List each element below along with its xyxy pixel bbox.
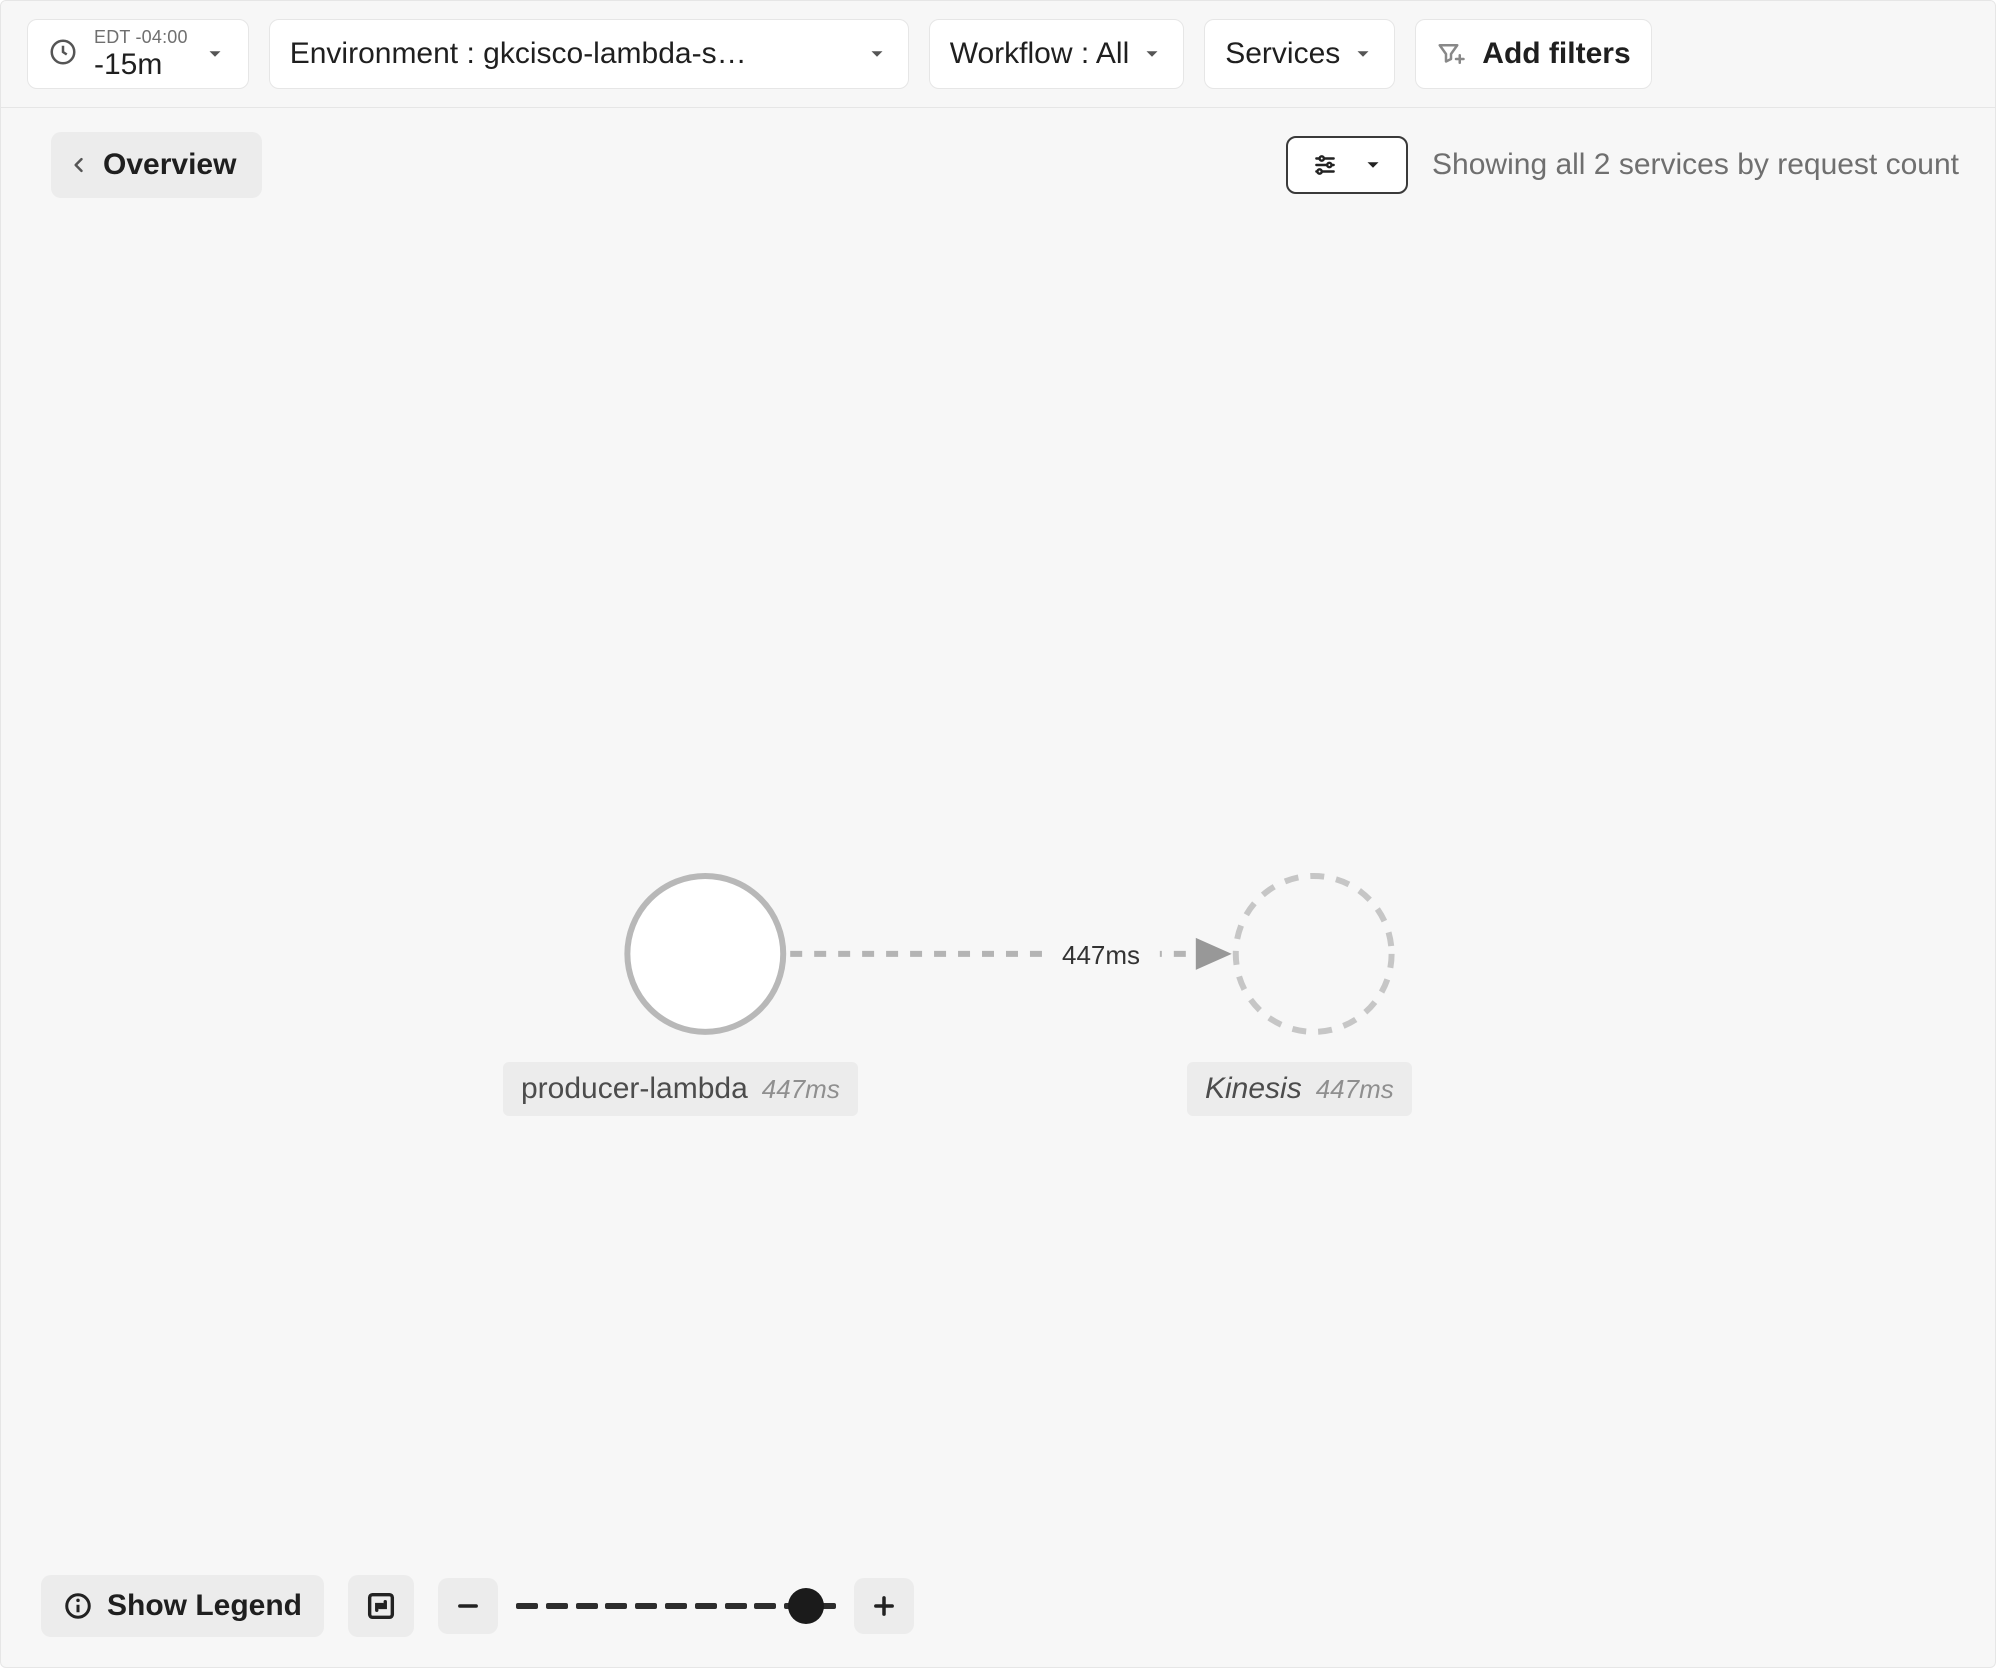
service-map-svg [1, 198, 1995, 1518]
zoom-slider-handle[interactable] [788, 1588, 824, 1624]
filter-bar: EDT -04:00 -15m Environment : gkcisco-la… [1, 1, 1995, 108]
zoom-out-button[interactable] [438, 1578, 498, 1634]
zoom-in-button[interactable] [854, 1578, 914, 1634]
node-kinesis-name: Kinesis [1205, 1072, 1302, 1106]
filter-plus-icon [1436, 39, 1466, 69]
plus-icon [870, 1592, 898, 1620]
zoom-slider[interactable] [516, 1588, 836, 1624]
timerange-picker[interactable]: EDT -04:00 -15m [27, 19, 249, 89]
service-map-screen: EDT -04:00 -15m Environment : gkcisco-la… [0, 0, 1996, 1668]
chevron-down-icon [1141, 43, 1163, 65]
clock-icon [48, 37, 78, 72]
node-producer[interactable]: producer-lambda 447ms [503, 1062, 858, 1116]
canvas-header: Overview Showing all 2 services by reque… [1, 108, 1995, 198]
chevron-down-icon [1352, 43, 1374, 65]
node-producer-name: producer-lambda [521, 1072, 748, 1106]
node-kinesis-circle [1236, 876, 1392, 1032]
show-legend-button[interactable]: Show Legend [41, 1575, 324, 1637]
fit-to-screen-button[interactable] [348, 1575, 414, 1637]
sliders-icon [1310, 152, 1340, 178]
canvas-header-right: Showing all 2 services by request count [1286, 136, 1959, 194]
workflow-filter[interactable]: Workflow : All [929, 19, 1185, 89]
overview-back-button[interactable]: Overview [51, 132, 262, 198]
environment-filter[interactable]: Environment : gkcisco-lambda-s… [269, 19, 909, 89]
edge-latency-label: 447ms [1056, 940, 1146, 971]
services-count-text: Showing all 2 services by request count [1432, 148, 1959, 182]
chevron-down-icon [204, 43, 226, 65]
node-kinesis-latency: 447ms [1316, 1074, 1394, 1105]
environment-filter-text: Environment : gkcisco-lambda-s… [290, 37, 747, 71]
service-map-canvas[interactable]: 447ms producer-lambda 447ms Kinesis 447m… [1, 198, 1995, 1518]
map-settings-dropdown[interactable] [1286, 136, 1408, 194]
node-producer-latency: 447ms [762, 1074, 840, 1105]
overview-label: Overview [103, 148, 236, 182]
node-producer-circle [627, 876, 783, 1032]
zoom-controls [438, 1578, 914, 1634]
fullscreen-icon [364, 1589, 398, 1623]
minus-icon [454, 1592, 482, 1620]
add-filters-label: Add filters [1482, 37, 1630, 71]
add-filters-button[interactable]: Add filters [1415, 19, 1651, 89]
chevron-left-icon [69, 153, 89, 177]
chevron-down-icon [1362, 154, 1384, 176]
timerange-timezone: EDT -04:00 [94, 28, 188, 47]
show-legend-label: Show Legend [107, 1589, 302, 1623]
bottom-bar: Show Legend [41, 1575, 914, 1637]
chevron-down-icon [866, 43, 888, 65]
timerange-value: -15m [94, 49, 188, 81]
node-kinesis[interactable]: Kinesis 447ms [1187, 1062, 1412, 1116]
timerange-body: EDT -04:00 -15m [94, 28, 188, 80]
services-filter-text: Services [1225, 37, 1340, 71]
workflow-filter-text: Workflow : All [950, 37, 1130, 71]
info-icon [63, 1591, 93, 1621]
services-filter[interactable]: Services [1204, 19, 1395, 89]
